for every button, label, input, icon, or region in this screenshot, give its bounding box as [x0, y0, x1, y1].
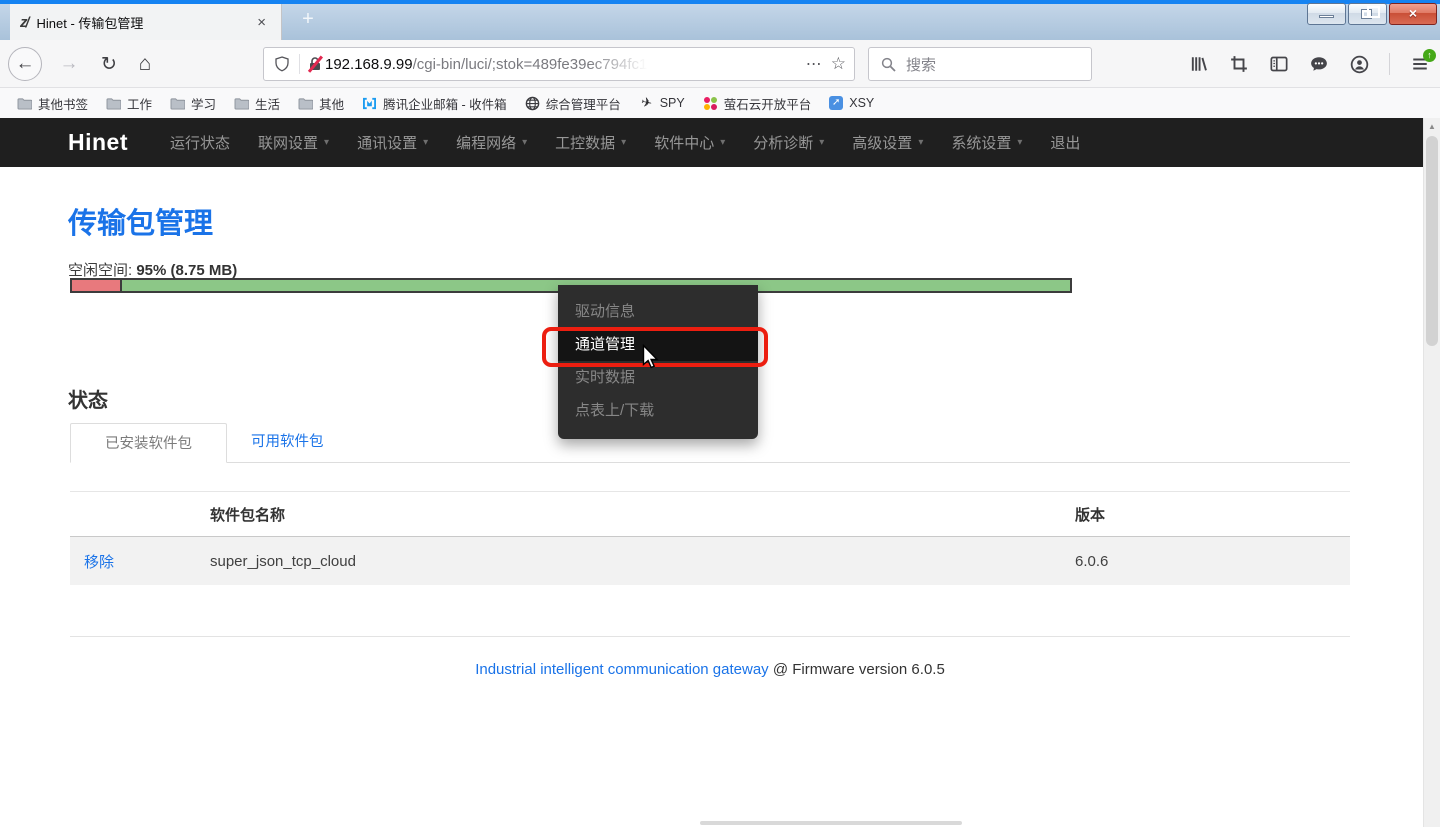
- library-icon[interactable]: [1189, 54, 1209, 74]
- url-host: 192.168.9.99: [325, 56, 413, 73]
- shield-icon[interactable]: [272, 54, 292, 74]
- restore-icon: [1362, 10, 1371, 18]
- browser-toolbar: ← → ↻ ⌂ 192.168.9.99 /cgi-bin/luci/;stok…: [0, 40, 1440, 88]
- forward-button[interactable]: →: [52, 47, 86, 81]
- titlebar: z̸ Hinet - 传输包管理 × + ×: [0, 0, 1440, 40]
- browser-window: z̸ Hinet - 传输包管理 × + × ← → ↻ ⌂ 192.168.9: [0, 0, 1440, 827]
- progress-used-segment: [72, 280, 122, 291]
- bookmark-star-icon[interactable]: ☆: [831, 54, 846, 74]
- status-heading: 状态: [68, 384, 108, 413]
- bookmark-label: 其他: [319, 94, 344, 113]
- bookmark-folder-work[interactable]: 工作: [99, 91, 159, 116]
- page-actions-icon[interactable]: ⋯: [806, 54, 823, 74]
- toolbar-separator: [1389, 53, 1390, 75]
- bookmark-label: 萤石云开放平台: [724, 94, 812, 113]
- page-footer: Industrial intelligent communication gat…: [70, 661, 1350, 678]
- url-path: /cgi-bin/luci/;stok=489fe39ec794fc1c: [413, 56, 655, 73]
- header-package-name: 软件包名称: [210, 504, 1075, 525]
- new-tab-button[interactable]: +: [293, 8, 323, 31]
- version-cell: 6.0.6: [1075, 553, 1350, 570]
- account-icon[interactable]: [1349, 54, 1369, 74]
- tab-close-icon[interactable]: ×: [252, 12, 271, 33]
- bookmark-label: 其他书签: [38, 94, 88, 113]
- bookmark-folder-other-bookmarks[interactable]: 其他书签: [10, 91, 95, 116]
- bookmark-folder-study[interactable]: 学习: [163, 91, 223, 116]
- footer-divider: [70, 636, 1350, 637]
- page-content: 传输包管理 空闲空间: 95% (8.75 MB) 状态 已安装软件包 可用软件…: [0, 118, 1423, 827]
- tab-title: Hinet - 传输包管理: [37, 13, 253, 32]
- scroll-up-icon[interactable]: ▲: [1424, 122, 1440, 131]
- search-placeholder: 搜索: [906, 54, 936, 75]
- tab-installed-packages[interactable]: 已安装软件包: [70, 423, 227, 463]
- url-bar[interactable]: 192.168.9.99 /cgi-bin/luci/;stok=489fe39…: [263, 47, 855, 81]
- plane-icon: ✈: [637, 95, 655, 112]
- free-space-label: 空闲空间:: [68, 262, 136, 279]
- search-icon: [878, 54, 898, 74]
- folder-icon: [170, 96, 185, 110]
- tab-available-packages[interactable]: 可用软件包: [227, 422, 348, 462]
- remove-link[interactable]: 移除: [84, 554, 114, 571]
- package-name-cell: super_json_tcp_cloud: [210, 553, 1075, 570]
- mouse-cursor: [642, 344, 661, 371]
- dropdown-item-point-table[interactable]: 点表上/下载: [558, 394, 758, 427]
- tab-favicon-icon: z̸: [20, 14, 28, 31]
- tencent-mail-icon: [362, 96, 377, 110]
- color-dots-icon: [703, 96, 718, 110]
- scrollbar-thumb[interactable]: [1426, 136, 1438, 346]
- horizontal-scrollbar-thumb[interactable]: [700, 821, 962, 825]
- bookmarks-bar: 其他书签 工作 学习 生活 其他 腾讯企业邮箱 - 收件箱 综合管理平台 ✈ S: [0, 88, 1440, 118]
- free-space-value: 95% (8.75 MB): [136, 262, 237, 279]
- row-action-cell: 移除: [70, 551, 210, 572]
- free-space-line: 空闲空间: 95% (8.75 MB): [68, 259, 237, 280]
- close-button[interactable]: ×: [1389, 3, 1437, 25]
- urlbar-separator: [299, 54, 300, 74]
- update-badge: ↑: [1423, 49, 1436, 62]
- bookmark-spy[interactable]: ✈ SPY: [632, 93, 692, 113]
- bookmark-label: 生活: [255, 94, 280, 113]
- menu-hamburger-icon[interactable]: ↑: [1410, 54, 1430, 74]
- folder-icon: [234, 96, 249, 110]
- bookmark-tencent-mail[interactable]: 腾讯企业邮箱 - 收件箱: [355, 91, 514, 116]
- chat-bubble-icon[interactable]: [1309, 54, 1329, 74]
- bookmark-label: 学习: [191, 94, 216, 113]
- home-button[interactable]: ⌂: [128, 47, 162, 81]
- bookmark-xsy[interactable]: ➚ XSY: [822, 93, 881, 113]
- bookmark-folder-misc[interactable]: 其他: [291, 91, 351, 116]
- search-bar[interactable]: 搜索: [868, 47, 1092, 81]
- table-row: 移除 super_json_tcp_cloud 6.0.6: [70, 537, 1350, 585]
- bookmark-folder-life[interactable]: 生活: [227, 91, 287, 116]
- bookmark-label: 工作: [127, 94, 152, 113]
- footer-firmware-text: @ Firmware version 6.0.5: [769, 661, 945, 678]
- bookmark-label: XSY: [849, 96, 874, 110]
- footer-gateway-link[interactable]: Industrial intelligent communication gat…: [475, 661, 769, 678]
- page-title: 传输包管理: [68, 200, 213, 242]
- folder-icon: [298, 96, 313, 110]
- url-text[interactable]: 192.168.9.99 /cgi-bin/luci/;stok=489fe39…: [325, 56, 798, 73]
- bookmark-label: SPY: [660, 96, 685, 110]
- dropdown-item-driver-info[interactable]: 驱动信息: [558, 295, 758, 328]
- bookmark-label: 综合管理平台: [546, 94, 621, 113]
- vertical-scrollbar[interactable]: ▲: [1423, 118, 1440, 827]
- bookmark-label: 腾讯企业邮箱 - 收件箱: [383, 94, 507, 113]
- packages-table: 软件包名称 版本 移除 super_json_tcp_cloud 6.0.6: [70, 491, 1350, 585]
- minimize-button[interactable]: [1307, 3, 1346, 25]
- back-button[interactable]: ←: [8, 47, 42, 81]
- screenshot-icon[interactable]: [1229, 54, 1249, 74]
- browser-tab[interactable]: z̸ Hinet - 传输包管理 ×: [10, 4, 282, 40]
- sidebar-icon[interactable]: [1269, 54, 1289, 74]
- blue-square-arrow-icon: ➚: [829, 96, 843, 110]
- page-viewport: Hinet 运行状态 联网设置▾ 通讯设置▾ 编程网络▾ 工控数据▾ 软件中心▾…: [0, 118, 1440, 827]
- restore-button[interactable]: [1348, 3, 1387, 25]
- minimize-icon: [1319, 15, 1334, 18]
- globe-icon: [525, 96, 540, 110]
- folder-icon: [106, 96, 121, 110]
- table-header-row: 软件包名称 版本: [70, 491, 1350, 537]
- header-version: 版本: [1075, 504, 1350, 525]
- bookmark-ezviz-platform[interactable]: 萤石云开放平台: [696, 91, 819, 116]
- folder-icon: [17, 96, 32, 110]
- close-icon: ×: [1390, 5, 1436, 21]
- insecure-lock-icon[interactable]: [307, 56, 323, 72]
- reload-button[interactable]: ↻: [92, 47, 126, 81]
- bookmark-mgmt-platform[interactable]: 综合管理平台: [518, 91, 628, 116]
